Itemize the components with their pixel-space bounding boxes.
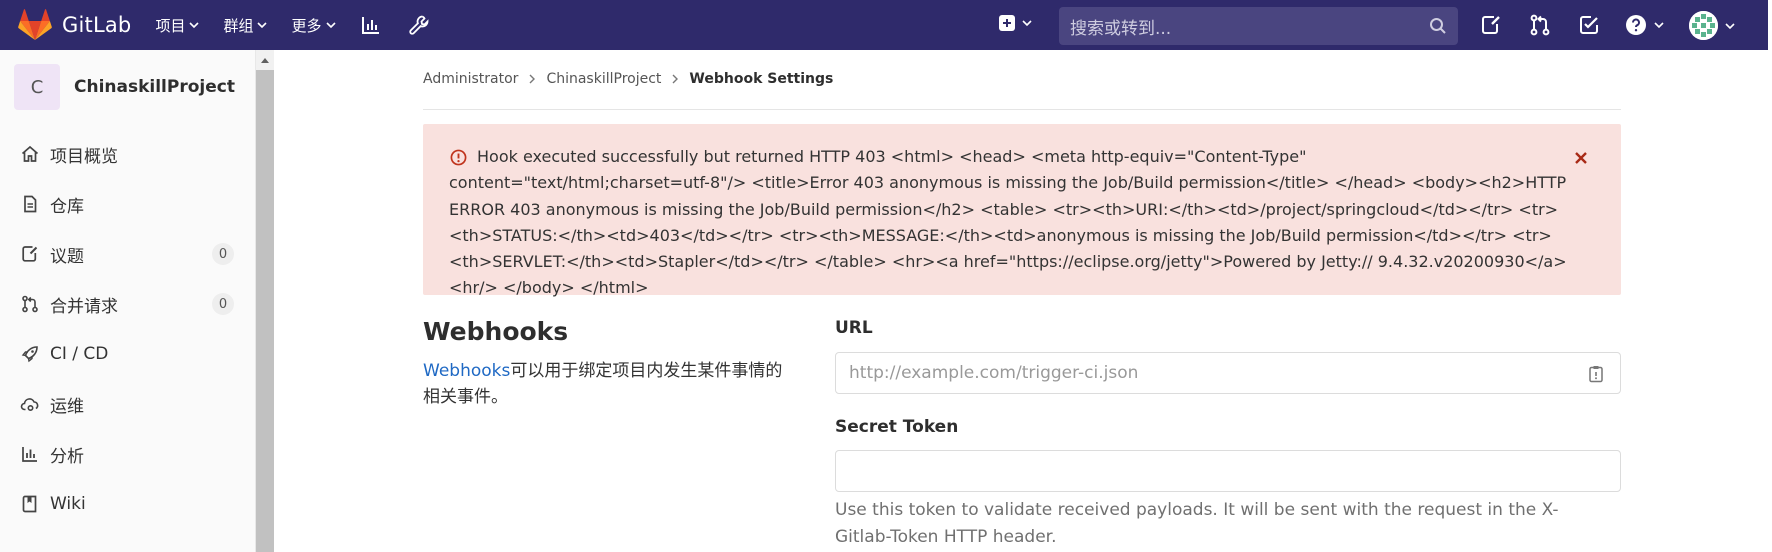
sidebar-item-label: CI / CD (50, 344, 109, 364)
sidebar-item-ci-cd[interactable]: CI / CD (0, 329, 256, 379)
gitlab-logo[interactable]: GitLab (18, 9, 131, 41)
merge-requests-shortcut-button[interactable] (1528, 13, 1552, 41)
secret-token-help-text: Use this token to validate received payl… (835, 500, 1559, 547)
merge-request-icon (1530, 14, 1550, 36)
url-placeholder: http://example.com/trigger-ci.json (849, 363, 1139, 383)
plus-square-icon (999, 15, 1015, 31)
file-icon (24, 195, 37, 213)
project-sidebar: C ChinaskillProject 项目概览 仓库 议题 0 合并请求 0 … (0, 50, 256, 552)
chevron-down-icon (1022, 20, 1032, 27)
sidebar-item-issues[interactable]: 议题 0 (0, 229, 256, 279)
sidebar-item-merge-requests[interactable]: 合并请求 0 (0, 279, 256, 329)
brand-name: GitLab (62, 13, 132, 37)
url-input[interactable]: http://example.com/trigger-ci.json (835, 352, 1621, 394)
alert-message: Hook executed successfully but returned … (449, 147, 1567, 298)
activity-chart-button[interactable] (360, 14, 382, 36)
sidebar-item-label: 运维 (50, 396, 84, 417)
sidebar-item-repository[interactable]: 仓库 (0, 179, 256, 229)
search-input[interactable]: 搜索或转到... (1059, 7, 1458, 45)
menu-projects-label: 项目 (155, 16, 186, 35)
home-icon (21, 145, 39, 162)
secret-token-label: Secret Token (835, 417, 959, 437)
sidebar-scrollbar[interactable] (256, 50, 274, 552)
project-avatar: C (14, 64, 60, 110)
avatar (1689, 11, 1718, 40)
sidebar-item-overview[interactable]: 项目概览 (0, 129, 256, 179)
issues-count-badge: 0 (212, 243, 234, 265)
chevron-right-icon (529, 74, 536, 84)
menu-groups[interactable]: 群组 (223, 15, 268, 36)
menu-projects[interactable]: 项目 (155, 15, 200, 36)
todos-shortcut-button[interactable] (1577, 13, 1601, 41)
main-menu: 项目 群组 更多 (155, 14, 455, 36)
breadcrumb-item-current[interactable]: Webhook Settings (689, 71, 833, 87)
sidebar-item-label: 仓库 (50, 196, 84, 217)
sidebar-item-wiki[interactable]: Wiki (0, 479, 256, 529)
divider (423, 109, 1621, 110)
breadcrumb: Administrator ChinaskillProject Webhook … (423, 71, 833, 87)
chevron-down-icon (325, 22, 336, 29)
menu-more[interactable]: 更多 (291, 15, 336, 36)
scroll-up-arrow-icon[interactable] (261, 58, 269, 63)
sidebar-item-label: 议题 (50, 246, 84, 267)
sidebar-item-label: 合并请求 (50, 296, 118, 317)
sidebar-item-label: Wiki (50, 494, 86, 514)
breadcrumb-item-project[interactable]: ChinaskillProject (546, 71, 661, 87)
bar-chart-icon (361, 17, 379, 34)
webhooks-help-link[interactable]: Webhooks (423, 361, 510, 381)
identicon-icon (1689, 11, 1718, 40)
rocket-icon (21, 346, 38, 363)
admin-area-button[interactable] (408, 14, 430, 36)
sidebar-item-operations[interactable]: 运维 (0, 379, 256, 429)
menu-more-label: 更多 (291, 16, 322, 35)
issues-icon (22, 246, 38, 262)
section-description: Webhooks可以用于绑定项目内发生某件事情的相关事件。 (423, 358, 793, 410)
chevron-down-icon (257, 22, 268, 29)
chevron-down-icon (1725, 22, 1735, 29)
chevron-right-icon (672, 74, 679, 84)
merge-request-icon (22, 295, 38, 313)
todo-check-icon (1580, 16, 1598, 34)
cloud-gear-icon (20, 398, 39, 412)
breadcrumb-item-administrator[interactable]: Administrator (423, 71, 518, 87)
sidebar-project-header[interactable]: C ChinaskillProject (14, 64, 235, 110)
help-question-icon (1626, 15, 1646, 35)
new-dropdown-button[interactable] (998, 14, 1032, 32)
user-menu-button[interactable] (1689, 11, 1735, 40)
section-title: Webhooks (423, 317, 569, 346)
clipboard-icon[interactable] (1588, 365, 1604, 383)
error-alert: Hook executed successfully but returned … (423, 124, 1621, 297)
top-navbar: GitLab 项目 群组 更多 搜索或转到... (0, 0, 1772, 50)
issues-icon (1482, 16, 1500, 34)
sidebar-item-analytics[interactable]: 分析 (0, 429, 256, 479)
book-icon (22, 495, 37, 513)
secret-token-input[interactable] (835, 450, 1621, 492)
help-dropdown-button[interactable] (1624, 13, 1664, 37)
wrench-icon (408, 15, 428, 35)
sidebar-item-label: 项目概览 (50, 146, 118, 167)
url-label: URL (835, 318, 873, 338)
chevron-down-icon (189, 22, 200, 29)
sidebar-item-label: 分析 (50, 446, 84, 467)
close-icon[interactable] (1573, 150, 1589, 166)
chart-icon (22, 447, 37, 462)
merge-requests-count-badge: 0 (212, 293, 234, 315)
project-name: ChinaskillProject (74, 77, 235, 97)
menu-groups-label: 群组 (223, 16, 254, 35)
gitlab-fox-icon (18, 9, 52, 41)
search-icon (1430, 18, 1446, 34)
issues-shortcut-button[interactable] (1479, 13, 1503, 41)
chevron-down-icon (1654, 22, 1664, 29)
search-placeholder: 搜索或转到... (1070, 18, 1172, 39)
